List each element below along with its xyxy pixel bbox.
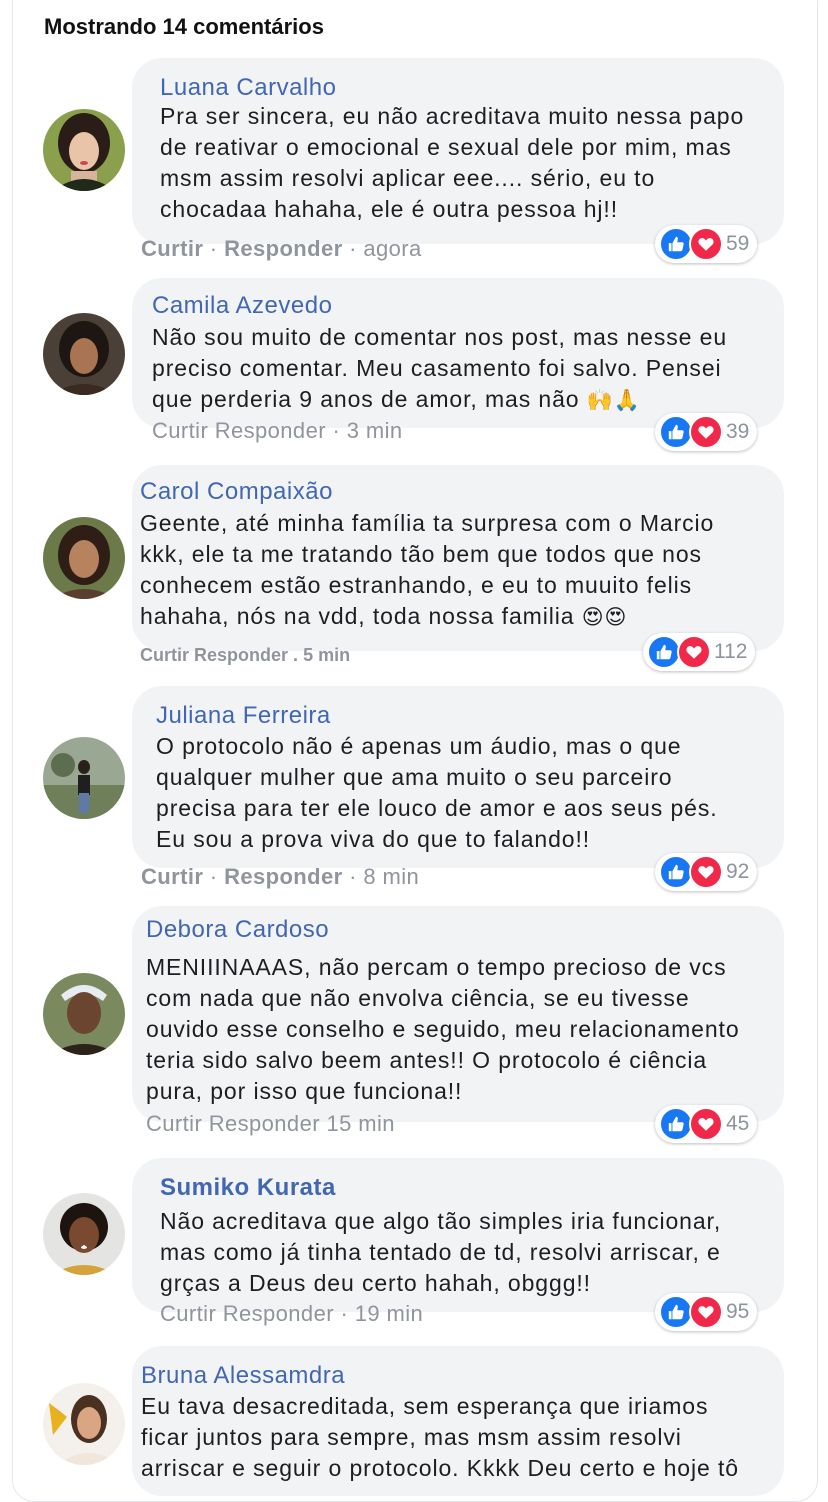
comment-text: Não acreditava que algo tão simples iria… <box>160 1208 722 1296</box>
comment-author[interactable]: Camila Azevedo <box>152 292 332 320</box>
reaction-summary[interactable]: 92 <box>655 853 758 891</box>
reaction-count: 112 <box>714 640 748 663</box>
reply-link[interactable]: Responder <box>194 645 288 665</box>
emoji: 🙌🙏 <box>586 389 641 412</box>
like-link[interactable]: Curtir <box>140 645 189 665</box>
heart-icon <box>689 1295 723 1329</box>
reaction-summary[interactable]: 112 <box>643 633 756 671</box>
comment-author[interactable]: Debora Cardoso <box>146 916 329 944</box>
reaction-summary[interactable]: 95 <box>655 1293 758 1331</box>
comment-time: 3 min <box>346 418 403 443</box>
comment-text: O protocolo não é apenas um áudio, mas o… <box>156 733 718 852</box>
thumbs-up-icon <box>659 415 693 449</box>
comment-actions: Curtir Responder 15 min <box>146 1111 395 1137</box>
comment-time: agora <box>363 236 422 261</box>
heart-icon <box>677 635 711 669</box>
comment-time: 5 min <box>303 645 351 665</box>
comment-actions: Curtir · Responder · 8 min <box>141 864 420 889</box>
reply-link[interactable]: Responder <box>224 236 343 261</box>
comment-time: 8 min <box>363 864 420 889</box>
avatar[interactable] <box>43 1383 125 1465</box>
comment-author[interactable]: Juliana Ferreira <box>156 702 331 730</box>
comment-text: Geente, até minha família ta surpresa co… <box>140 510 715 629</box>
reaction-count: 59 <box>726 232 750 255</box>
heart-icon <box>689 227 723 261</box>
avatar[interactable] <box>43 973 125 1055</box>
avatar[interactable] <box>43 517 125 599</box>
heart-icon <box>689 415 723 449</box>
comment-actions: Curtir Responder · 3 min <box>152 418 403 443</box>
comment-text: Eu tava desacreditada, sem esperança que… <box>141 1393 739 1481</box>
comment-actions: Curtir Responder . 5 min <box>140 645 351 665</box>
avatar[interactable] <box>43 109 125 191</box>
like-link[interactable]: Curtir <box>141 864 203 889</box>
comment-author[interactable]: Bruna Alessamdra <box>141 1362 345 1390</box>
reply-link[interactable]: Responder <box>209 1111 320 1136</box>
heart-icon <box>689 855 723 889</box>
comment-author[interactable]: Sumiko Kurata <box>160 1174 336 1202</box>
comment-text: Não sou muito de comentar nos post, mas … <box>152 324 728 412</box>
comment-text: Pra ser sincera, eu não acreditava muito… <box>160 103 745 222</box>
reaction-count: 45 <box>726 1112 750 1135</box>
thumbs-up-icon <box>659 855 693 889</box>
thumbs-up-icon <box>659 1295 693 1329</box>
comment-author[interactable]: Luana Carvalho <box>160 74 336 102</box>
reply-link[interactable]: Responder <box>223 1301 334 1326</box>
avatar[interactable] <box>43 313 125 395</box>
like-link[interactable]: Curtir <box>146 1111 202 1136</box>
comment-text: MENIIINAAAS, não percam o tempo precioso… <box>146 954 740 1104</box>
like-link[interactable]: Curtir <box>141 236 203 261</box>
emoji: 😍😍 <box>581 606 628 629</box>
reaction-count: 92 <box>726 860 750 883</box>
comment-actions: Curtir Responder · 19 min <box>160 1301 424 1326</box>
reaction-summary[interactable]: 45 <box>655 1105 758 1143</box>
comment-author[interactable]: Carol Compaixão <box>140 478 333 506</box>
thumbs-up-icon <box>647 635 681 669</box>
avatar[interactable] <box>43 1193 125 1275</box>
thumbs-up-icon <box>659 1107 693 1141</box>
like-link[interactable]: Curtir <box>152 418 208 443</box>
reaction-count: 95 <box>726 1300 750 1323</box>
heart-icon <box>689 1107 723 1141</box>
reaction-count: 39 <box>726 420 750 443</box>
reaction-summary[interactable]: 59 <box>655 225 758 263</box>
like-link[interactable]: Curtir <box>160 1301 216 1326</box>
comments-count-header: Mostrando 14 comentários <box>44 14 324 39</box>
comment-actions: Curtir · Responder · agora <box>141 236 422 261</box>
thumbs-up-icon <box>659 227 693 261</box>
reply-link[interactable]: Responder <box>224 864 343 889</box>
avatar[interactable] <box>43 737 125 819</box>
reaction-summary[interactable]: 39 <box>655 413 758 451</box>
comment-time: 19 min <box>354 1301 424 1326</box>
reply-link[interactable]: Responder <box>215 418 326 443</box>
comment-time: 15 min <box>326 1111 395 1136</box>
